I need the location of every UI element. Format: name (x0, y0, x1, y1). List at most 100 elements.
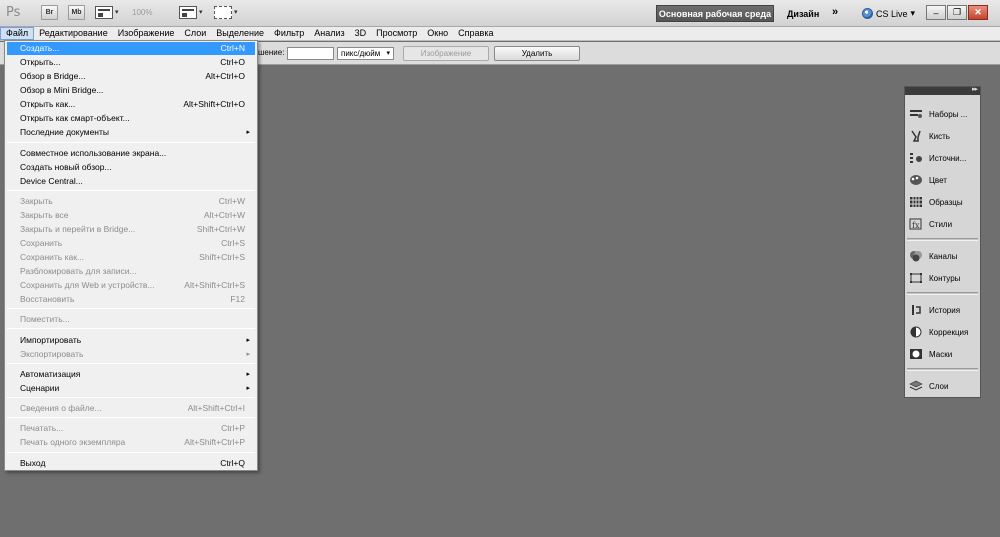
collapse-dock-icon[interactable]: ▸▸ (972, 85, 978, 93)
file-menu-item[interactable]: Сценарии ▸ (7, 382, 255, 395)
history-icon (909, 304, 923, 316)
menu-item-3[interactable]: Слои (179, 27, 211, 40)
panel-button[interactable]: Коррекция (909, 323, 979, 341)
file-menu-item[interactable]: Сохранить Ctrl+S (7, 237, 255, 250)
panel-button-label: Слои (929, 381, 949, 391)
file-menu-item-shortcut: Ctrl+N (220, 43, 245, 53)
file-menu-item[interactable]: Выход Ctrl+Q (7, 457, 255, 470)
file-menu-item[interactable]: Device Central... (7, 175, 255, 188)
file-menu-item[interactable]: Открыть как... Alt+Shift+Ctrl+O (7, 98, 255, 111)
file-menu-item-label: Сохранить для Web и устройств... (20, 280, 155, 290)
file-menu-item-shortcut: Ctrl+W (218, 196, 245, 206)
file-menu-item[interactable]: Сохранить как... Shift+Ctrl+S (7, 251, 255, 264)
dock-header[interactable]: ▸▸ (905, 85, 980, 95)
menu-separator (7, 308, 255, 309)
menu-item-9[interactable]: Окно (422, 27, 453, 40)
file-menu-item[interactable]: Восстановить F12 (7, 293, 255, 306)
file-menu-item[interactable]: Экспортировать ▸ (7, 348, 255, 361)
menu-item-1[interactable]: Редактирование (34, 27, 113, 40)
file-menu-item-label: Совместное использование экрана... (20, 148, 167, 158)
file-menu-item-shortcut: Ctrl+O (220, 57, 245, 67)
clear-button[interactable]: Удалить (494, 46, 580, 61)
file-menu-item[interactable]: Закрыть все Alt+Ctrl+W (7, 209, 255, 222)
file-menu-item[interactable]: Закрыть Ctrl+W (7, 195, 255, 208)
file-menu-item[interactable]: Последние документы ▸ (7, 126, 255, 139)
more-workspaces-icon[interactable]: » (832, 6, 838, 18)
panel-button[interactable]: Источни... (909, 149, 979, 167)
panel-button[interactable]: Маски (909, 345, 979, 363)
menu-item-10[interactable]: Справка (453, 27, 498, 40)
file-menu-item[interactable]: Обзор в Bridge... Alt+Ctrl+O (7, 70, 255, 83)
application-bar: Ps Br Mb ▾ 100% ▾ ▾ Основная рабочая сре… (0, 0, 1000, 27)
file-menu-item-label: Поместить... (20, 314, 70, 324)
file-menu-item-label: Последние документы (20, 127, 110, 137)
arrange-documents-icon[interactable] (179, 6, 197, 19)
file-menu-item[interactable]: Создать новый обзор... (7, 161, 255, 174)
file-menu-item[interactable]: Разблокировать для записи... (7, 265, 255, 278)
workspace-essentials-button[interactable]: Основная рабочая среда (656, 5, 774, 22)
file-menu-item[interactable]: Сведения о файле... Alt+Shift+Ctrl+I (7, 402, 255, 415)
adjustments-icon (909, 326, 923, 338)
panel-button-label: Кисть (929, 131, 950, 141)
panel-button[interactable]: История (909, 301, 979, 319)
launch-bridge-button[interactable]: Br (41, 5, 58, 20)
view-extras-icon[interactable] (95, 6, 113, 19)
panel-button[interactable]: fx Стили (909, 215, 979, 233)
panel-button[interactable]: Слои (909, 377, 979, 395)
menu-item-6[interactable]: Анализ (309, 27, 349, 40)
file-menu-item[interactable]: Закрыть и перейти в Bridge... Shift+Ctrl+… (7, 223, 255, 236)
arrange-documents-dropdown-arrow[interactable]: ▾ (199, 8, 203, 16)
panel-button[interactable]: Каналы (909, 247, 979, 265)
file-menu-item-label: Закрыть все (20, 210, 69, 220)
panel-button[interactable]: Образцы (909, 193, 979, 211)
file-menu-item-label: Разблокировать для записи... (20, 266, 137, 276)
file-menu-item-shortcut: Alt+Shift+Ctrl+S (184, 280, 245, 290)
panel-button[interactable]: Наборы ... (909, 105, 979, 123)
file-menu-item[interactable]: Сохранить для Web и устройств... Alt+Shif… (7, 279, 255, 292)
front-image-button[interactable]: Изображение (403, 46, 489, 61)
file-menu-item[interactable]: Обзор в Mini Bridge... (7, 84, 255, 97)
screen-mode-dropdown-arrow[interactable]: ▾ (234, 8, 238, 16)
file-menu-item[interactable]: Создать... Ctrl+N (7, 42, 255, 55)
file-menu-item-shortcut: F12 (230, 294, 245, 304)
panel-button[interactable]: Цвет (909, 171, 979, 189)
file-menu-item[interactable]: Печатать... Ctrl+P (7, 422, 255, 435)
panel-button-label: Образцы (929, 197, 963, 207)
menu-item-4[interactable]: Выделение (211, 27, 269, 40)
menu-item-2[interactable]: Изображение (113, 27, 180, 40)
panel-button[interactable]: Контуры (909, 269, 979, 287)
menu-item-5[interactable]: Фильтр (269, 27, 309, 40)
menu-item-0[interactable]: Файл (0, 27, 35, 40)
file-menu-item-shortcut: Ctrl+P (221, 423, 245, 433)
minimize-window-button[interactable]: – (926, 5, 946, 20)
file-menu-item[interactable]: Печать одного экземпляра Alt+Shift+Ctrl+P (7, 436, 255, 449)
restore-window-button[interactable]: ❐ (947, 5, 967, 20)
menu-item-7[interactable]: 3D (350, 27, 372, 40)
file-menu-item[interactable]: Открыть... Ctrl+O (7, 56, 255, 69)
file-menu-item-shortcut: Alt+Shift+Ctrl+I (187, 403, 245, 413)
view-extras-dropdown-arrow[interactable]: ▾ (115, 8, 119, 16)
launch-mini-bridge-button[interactable]: Mb (68, 5, 85, 20)
file-menu-item-label: Закрыть (20, 196, 53, 206)
file-menu-item-shortcut: Alt+Shift+Ctrl+P (184, 437, 245, 447)
close-window-button[interactable]: ✕ (968, 5, 988, 20)
file-menu-item-label: Обзор в Mini Bridge... (20, 85, 104, 95)
file-menu-item[interactable]: Автоматизация ▸ (7, 368, 255, 381)
file-menu-item[interactable]: Открыть как смарт-объект... (7, 112, 255, 125)
panel-button-label: Наборы ... (929, 109, 968, 119)
brush-icon (909, 130, 923, 142)
file-menu-item-label: Экспортировать (20, 349, 84, 359)
screen-mode-icon[interactable] (214, 6, 232, 19)
file-menu-item-shortcut: Ctrl+S (221, 238, 245, 248)
panel-button-label: Каналы (929, 251, 958, 261)
zoom-level[interactable]: 100% (132, 8, 152, 17)
cs-live-button[interactable]: CS Live ▾ (862, 8, 915, 19)
menu-item-8[interactable]: Просмотр (371, 27, 422, 40)
file-menu-item[interactable]: Поместить... (7, 313, 255, 326)
workspace-design-button[interactable]: Дизайн (787, 9, 819, 19)
file-menu-item[interactable]: Импортировать ▸ (7, 334, 255, 347)
panel-button[interactable]: Кисть (909, 127, 979, 145)
resolution-input[interactable] (287, 47, 334, 60)
file-menu-item[interactable]: Совместное использование экрана... (7, 147, 255, 160)
resolution-unit-select[interactable]: пикс/дюйм ▾ (337, 47, 394, 60)
